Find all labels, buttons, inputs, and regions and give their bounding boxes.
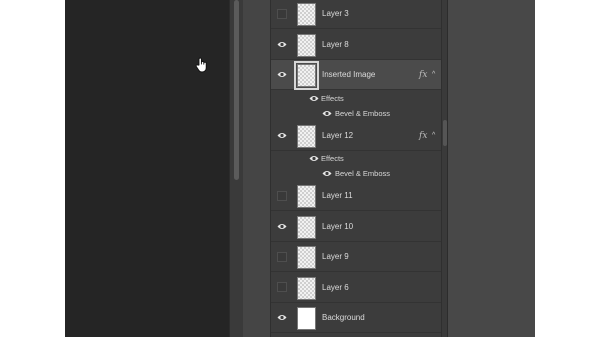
panel-gutter: [243, 0, 271, 337]
layer-thumbnail[interactable]: [297, 276, 316, 300]
visibility-toggle[interactable]: [271, 121, 293, 150]
document-canvas[interactable]: [65, 0, 229, 337]
visibility-toggle[interactable]: [271, 273, 293, 302]
layer-thumbnail[interactable]: [294, 61, 319, 90]
layer-name[interactable]: Background: [322, 303, 365, 333]
layer-name[interactable]: Layer 10: [322, 212, 353, 242]
hand-cursor-icon: [195, 57, 207, 73]
layer-name[interactable]: Layer 11: [322, 181, 353, 211]
fx-icon[interactable]: fx: [419, 60, 427, 90]
layer-name[interactable]: Layer 9: [322, 242, 349, 272]
layer-row[interactable]: Layer 12 fx ^: [271, 120, 441, 151]
layer-thumbnail[interactable]: [297, 33, 316, 57]
layer-thumbnail[interactable]: [297, 246, 316, 269]
layer-name[interactable]: Layer 6: [322, 273, 349, 303]
effect-name: Bevel & Emboss: [335, 108, 391, 118]
side-panel: [447, 0, 535, 337]
eye-icon[interactable]: [277, 223, 287, 230]
effect-item-row[interactable]: Bevel & Emboss: [271, 166, 441, 181]
effects-label: Effects: [321, 154, 344, 163]
layer-row[interactable]: Layer 8: [271, 29, 441, 60]
scrollbar-thumb[interactable]: [234, 0, 239, 180]
app-frame: Layer 3 Layer 8 Inserted Image fx ^ Effects Be…: [65, 0, 535, 337]
eye-icon[interactable]: [309, 95, 319, 102]
layer-thumbnail[interactable]: [297, 3, 316, 26]
layer-thumbnail[interactable]: [297, 215, 316, 239]
eye-icon[interactable]: [277, 71, 287, 78]
eye-icon[interactable]: [277, 132, 287, 139]
layer-name[interactable]: Inserted Image: [322, 60, 375, 90]
visibility-toggle[interactable]: [271, 30, 293, 59]
layer-thumbnail[interactable]: [297, 307, 316, 330]
eye-icon[interactable]: [277, 314, 287, 321]
layer-name[interactable]: Layer 8: [322, 30, 349, 60]
layer-row[interactable]: Inserted Image fx ^: [271, 60, 441, 90]
chevron-up-icon[interactable]: ^: [432, 121, 435, 151]
eye-icon[interactable]: [322, 170, 332, 177]
visibility-toggle[interactable]: [271, 60, 293, 89]
eye-icon[interactable]: [309, 155, 319, 162]
chevron-up-icon[interactable]: ^: [432, 60, 435, 90]
visibility-toggle[interactable]: [271, 242, 293, 271]
eye-icon[interactable]: [277, 41, 287, 48]
visibility-toggle[interactable]: [271, 0, 293, 28]
visibility-toggle[interactable]: [271, 303, 293, 332]
layer-row[interactable]: Background: [271, 303, 441, 333]
layer-row[interactable]: Layer 10: [271, 211, 441, 242]
layer-name[interactable]: Layer 12: [322, 121, 353, 151]
layer-row[interactable]: Layer 3: [271, 0, 441, 29]
eye-icon[interactable]: [322, 110, 332, 117]
fx-icon[interactable]: fx: [419, 121, 427, 151]
layer-row[interactable]: Layer 11: [271, 181, 441, 211]
effects-label: Effects: [321, 93, 344, 103]
canvas-scrollbar[interactable]: [229, 0, 243, 337]
visibility-box[interactable]: [277, 190, 287, 201]
visibility-toggle[interactable]: [271, 212, 293, 241]
visibility-box[interactable]: [277, 8, 287, 19]
visibility-box[interactable]: [277, 282, 287, 292]
layers-panel: Layer 3 Layer 8 Inserted Image fx ^ Effects Be…: [271, 0, 441, 337]
layer-row[interactable]: Layer 9: [271, 242, 441, 272]
layer-thumbnail[interactable]: [297, 185, 316, 208]
effect-item-row[interactable]: Bevel & Emboss: [271, 105, 441, 121]
effects-row[interactable]: Effects: [271, 90, 441, 106]
visibility-box[interactable]: [277, 251, 287, 262]
layer-row[interactable]: Layer 6: [271, 272, 441, 303]
effects-row[interactable]: Effects: [271, 151, 441, 166]
layer-thumbnail[interactable]: [297, 124, 316, 148]
visibility-toggle[interactable]: [271, 181, 293, 210]
effect-name: Bevel & Emboss: [335, 169, 391, 178]
layer-name[interactable]: Layer 3: [322, 0, 349, 29]
